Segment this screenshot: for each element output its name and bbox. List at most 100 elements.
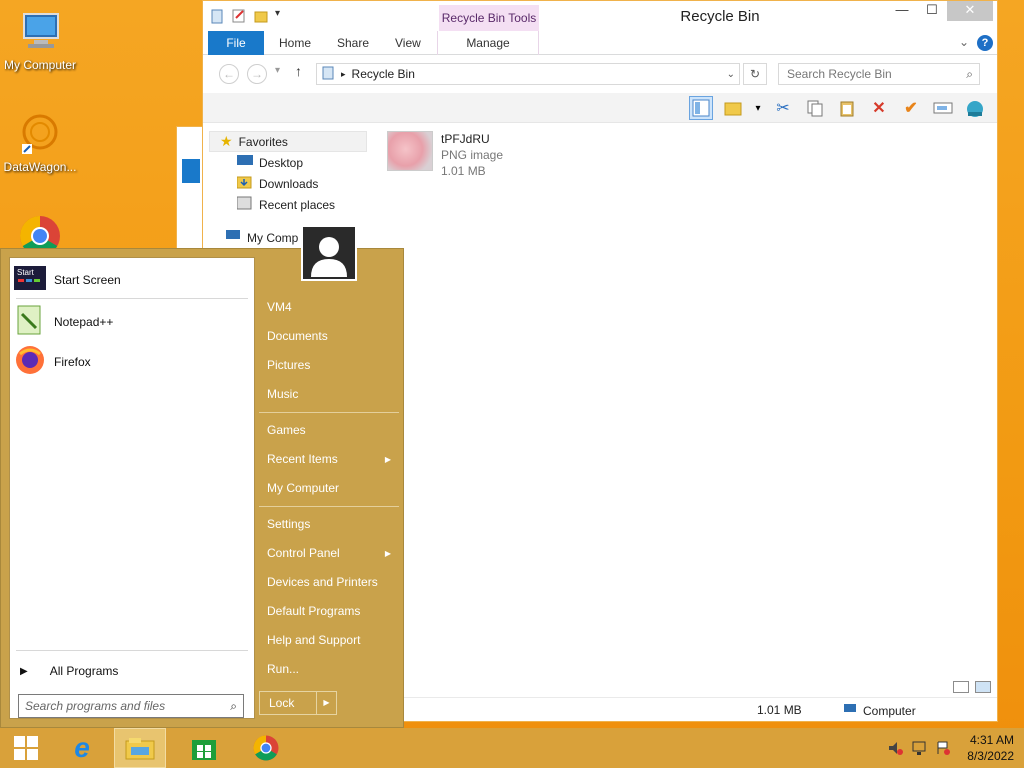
status-size: 1.01 MB bbox=[757, 703, 802, 717]
recent-places-icon bbox=[236, 196, 253, 213]
recycle-bin-small-icon bbox=[321, 66, 335, 83]
submenu-arrow-icon: ▶ bbox=[384, 549, 391, 558]
window-title: Recycle Bin bbox=[680, 8, 760, 25]
desktop-icon-datawagon[interactable]: DataWagon... bbox=[0, 110, 80, 174]
delete-icon[interactable]: ✕ bbox=[867, 96, 891, 120]
search-placeholder: Search Recycle Bin bbox=[787, 67, 892, 81]
link-control-panel[interactable]: Control Panel ▶ bbox=[259, 539, 399, 568]
star-icon: ★ bbox=[220, 133, 233, 149]
action-center-icon[interactable] bbox=[935, 740, 951, 756]
submenu-arrow-icon: ▶ bbox=[384, 455, 391, 464]
restore-icon[interactable]: ✔ bbox=[899, 96, 923, 120]
link-games[interactable]: Games bbox=[259, 416, 399, 445]
start-screen-icon: Start bbox=[14, 266, 46, 293]
nav-recent-places[interactable]: Recent places bbox=[209, 194, 367, 215]
start-item-firefox[interactable]: Firefox bbox=[14, 344, 91, 379]
tab-view[interactable]: View bbox=[381, 31, 435, 55]
desktop-icon-my-computer[interactable]: My Computer bbox=[0, 8, 80, 72]
back-button[interactable]: ← bbox=[219, 64, 239, 84]
paste-icon[interactable] bbox=[835, 96, 859, 120]
computer-icon bbox=[16, 8, 64, 56]
start-search-input[interactable]: Search programs and files ⌕ bbox=[18, 694, 244, 718]
start-menu: Start Start Screen Notepad++ Firefox ▶ A… bbox=[0, 225, 404, 728]
taskbar-file-explorer[interactable] bbox=[114, 728, 166, 768]
link-documents[interactable]: Documents bbox=[259, 322, 399, 351]
notepadpp-icon bbox=[14, 304, 46, 339]
taskbar: e 4:31 AM 8/3/2022 bbox=[0, 728, 1024, 768]
breadcrumb[interactable]: Recycle Bin bbox=[352, 67, 415, 81]
link-help-support[interactable]: Help and Support bbox=[259, 626, 399, 655]
empty-recycle-bin-icon[interactable] bbox=[963, 96, 987, 120]
taskbar-chrome[interactable] bbox=[240, 728, 292, 768]
file-size: 1.01 MB bbox=[441, 164, 486, 178]
start-item-start-screen[interactable]: Start Start Screen bbox=[14, 266, 121, 293]
network-icon[interactable] bbox=[911, 740, 927, 756]
rename-icon[interactable] bbox=[931, 96, 955, 120]
forward-button[interactable]: → bbox=[247, 64, 267, 84]
clock-time: 4:31 AM bbox=[969, 733, 1014, 747]
link-run[interactable]: Run... bbox=[259, 655, 399, 684]
start-menu-programs-pane: Start Start Screen Notepad++ Firefox ▶ A… bbox=[9, 257, 255, 719]
desktop-icon bbox=[237, 155, 253, 170]
shutdown-options-icon[interactable]: ▶ bbox=[316, 692, 336, 714]
folder-options-icon[interactable] bbox=[721, 96, 745, 120]
triangle-right-icon: ▶ bbox=[20, 665, 28, 677]
help-icon[interactable]: ? bbox=[977, 35, 993, 51]
downloads-icon bbox=[236, 175, 253, 192]
file-type: PNG image bbox=[441, 148, 504, 162]
file-item[interactable]: tPFJdRU PNG image 1.01 MB bbox=[387, 131, 503, 179]
start-button[interactable] bbox=[0, 728, 52, 768]
window-controls: — ☐ ✕ bbox=[887, 1, 993, 21]
command-toolbar: ▾ ✂ ✕ ✔ bbox=[203, 93, 997, 123]
maximize-button[interactable]: ☐ bbox=[917, 1, 947, 21]
computer-icon bbox=[843, 703, 857, 718]
address-row: ← → ▾ ↑ ▸ Recycle Bin ⌄ ↻ Search Recycle… bbox=[203, 55, 997, 93]
address-bar[interactable]: ▸ Recycle Bin ⌄ bbox=[316, 63, 740, 85]
address-dropdown-icon[interactable]: ⌄ bbox=[727, 69, 735, 80]
link-devices-printers[interactable]: Devices and Printers bbox=[259, 568, 399, 597]
link-pictures[interactable]: Pictures bbox=[259, 351, 399, 380]
recent-locations-icon[interactable]: ▾ bbox=[275, 65, 280, 76]
tab-home[interactable]: Home bbox=[265, 31, 325, 55]
link-settings[interactable]: Settings bbox=[259, 510, 399, 539]
dropdown-icon[interactable]: ▾ bbox=[753, 96, 763, 120]
search-input[interactable]: Search Recycle Bin ⌕ bbox=[778, 63, 980, 85]
nav-favorites[interactable]: ★ Favorites bbox=[209, 131, 367, 152]
cut-icon[interactable]: ✂ bbox=[771, 96, 795, 120]
link-recent-items[interactable]: Recent Items ▶ bbox=[259, 445, 399, 474]
start-item-notepadpp[interactable]: Notepad++ bbox=[14, 304, 113, 339]
details-view-icon[interactable] bbox=[953, 681, 969, 693]
link-music[interactable]: Music bbox=[259, 380, 399, 409]
preview-pane-icon[interactable] bbox=[689, 96, 713, 120]
taskbar-internet-explorer[interactable]: e bbox=[56, 728, 108, 768]
link-default-programs[interactable]: Default Programs bbox=[259, 597, 399, 626]
file-name: tPFJdRU bbox=[441, 132, 490, 146]
user-avatar[interactable] bbox=[301, 225, 357, 281]
taskbar-store[interactable] bbox=[178, 728, 230, 768]
large-icons-view-icon[interactable] bbox=[975, 681, 991, 693]
expand-ribbon-icon[interactable]: ⌄ bbox=[959, 35, 969, 49]
minimize-button[interactable]: — bbox=[887, 1, 917, 21]
all-programs[interactable]: ▶ All Programs bbox=[20, 664, 118, 678]
tab-file[interactable]: File bbox=[208, 31, 264, 55]
link-my-computer[interactable]: My Computer bbox=[259, 474, 399, 503]
firefox-icon bbox=[14, 344, 46, 379]
tab-manage[interactable]: Manage bbox=[437, 31, 539, 55]
tab-share[interactable]: Share bbox=[323, 31, 383, 55]
close-button[interactable]: ✕ bbox=[947, 1, 993, 21]
ribbon-tabs: File Home Share View Manage ⌄ ? bbox=[203, 31, 997, 55]
up-button[interactable]: ↑ bbox=[295, 63, 302, 79]
windows-logo-icon bbox=[14, 736, 38, 760]
clock[interactable]: 4:31 AM 8/3/2022 bbox=[967, 732, 1014, 764]
copy-icon[interactable] bbox=[803, 96, 827, 120]
desktop-icon-label: My Computer bbox=[3, 58, 77, 72]
refresh-button[interactable]: ↻ bbox=[743, 63, 767, 85]
lock-button[interactable]: Lock ▶ bbox=[259, 691, 337, 715]
volume-muted-icon[interactable] bbox=[887, 740, 904, 756]
nav-downloads[interactable]: Downloads bbox=[209, 173, 367, 194]
file-explorer-icon bbox=[125, 738, 155, 760]
desktop-icon-label: DataWagon... bbox=[3, 160, 77, 174]
link-vm4[interactable]: VM4 bbox=[259, 293, 399, 322]
computer-icon bbox=[225, 229, 241, 246]
nav-desktop[interactable]: Desktop bbox=[209, 152, 367, 173]
